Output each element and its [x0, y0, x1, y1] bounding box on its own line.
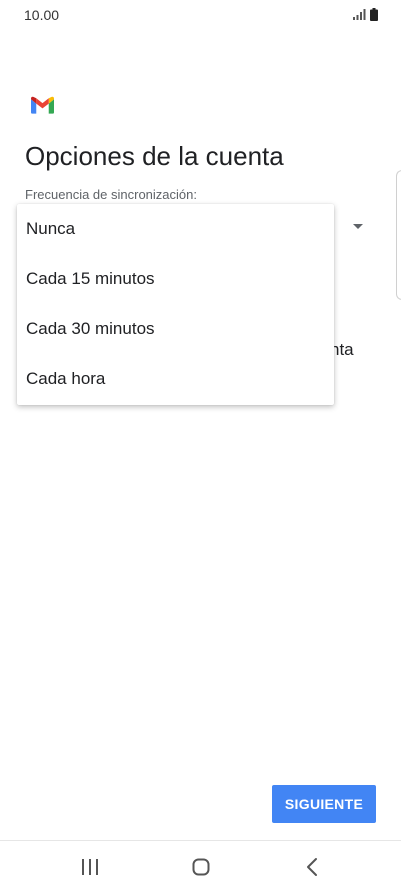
dropdown-option-15-minutes[interactable]: Cada 15 minutos — [17, 254, 334, 304]
signal-icon — [353, 9, 366, 20]
page-title: Opciones de la cuenta — [25, 141, 284, 171]
navigation-bar — [0, 840, 401, 892]
dropdown-option-nunca[interactable]: Nunca — [17, 204, 334, 254]
sync-frequency-dropdown: Nunca Cada 15 minutos Cada 30 minutos Ca… — [17, 204, 334, 405]
recents-icon[interactable] — [80, 858, 100, 876]
sync-frequency-label: Frecuencia de sincronización: — [25, 187, 197, 202]
battery-icon — [370, 8, 378, 21]
next-button[interactable]: SIGUIENTE — [272, 785, 376, 823]
back-icon[interactable] — [305, 857, 319, 877]
screen: 10.00 Opciones de la cuenta Frecuencia d… — [0, 0, 401, 892]
home-icon[interactable] — [192, 858, 210, 876]
dropdown-option-30-minutes[interactable]: Cada 30 minutos — [17, 304, 334, 354]
status-time: 10.00 — [24, 7, 60, 23]
dropdown-arrow-icon[interactable] — [353, 224, 363, 229]
status-bar: 10.00 — [0, 0, 401, 30]
dropdown-option-hourly[interactable]: Cada hora — [17, 354, 334, 404]
gmail-logo-icon — [31, 96, 54, 114]
scroll-edge-indicator — [396, 170, 401, 300]
